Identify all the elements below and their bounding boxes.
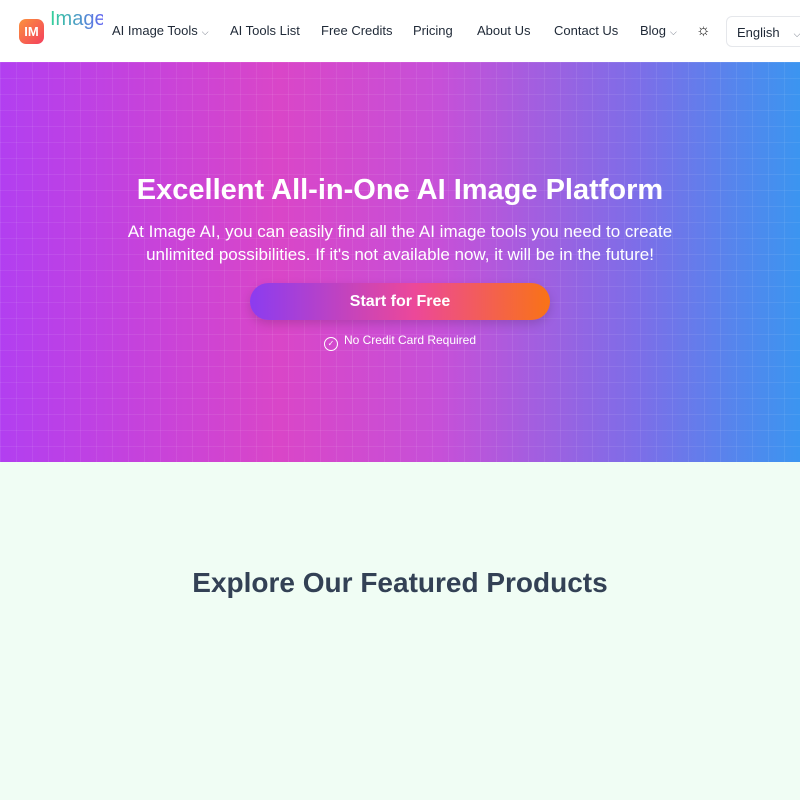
language-label: English [737, 25, 780, 40]
nav-about-us[interactable]: About Us [477, 23, 530, 38]
nav-blog[interactable]: Blog ⌵ [640, 23, 677, 38]
check-circle-icon: ✓ [323, 337, 338, 351]
chevron-down-icon: ⌵ [793, 29, 800, 39]
nav-ai-image-tools[interactable]: AI Image Tools ⌵ [112, 23, 209, 38]
nav-pricing[interactable]: Pricing [413, 23, 453, 38]
hero-subtitle: At Image AI, you can easily find all the… [127, 222, 673, 264]
hero-section: Excellent All-in-One AI Image Platform A… [0, 62, 800, 462]
brand-name[interactable]: Image AI [50, 7, 103, 31]
brand-text: Image AI [50, 8, 103, 30]
chevron-down-icon: ⌵ [670, 27, 677, 37]
nav-ai-tools-list[interactable]: AI Tools List [230, 23, 300, 38]
note-text: No Credit Card Required [343, 333, 477, 347]
chevron-down-icon: ⌵ [201, 27, 209, 37]
start-for-free-button[interactable]: Start for Free [250, 283, 550, 320]
language-select[interactable]: English ⌵ [726, 16, 800, 47]
no-credit-card-note: ✓ No Credit Card Required [0, 333, 800, 351]
sun-icon[interactable]: ☼ [696, 22, 711, 40]
top-nav: IM Image AI AI Image Tools⌵ AI Tools Lis… [0, 0, 800, 62]
nav-free-credits[interactable]: Free Credits [321, 23, 393, 38]
nav-label: Blog [640, 23, 667, 38]
featured-products-title: Explore Our Featured Products [192, 567, 608, 598]
hero-title: Excellent All-in-One AI Image Platform [136, 174, 664, 206]
logo-icon[interactable]: IM [19, 19, 44, 44]
nav-label: AI Image Tools [112, 23, 198, 38]
nav-contact-us[interactable]: Contact Us [554, 23, 618, 38]
